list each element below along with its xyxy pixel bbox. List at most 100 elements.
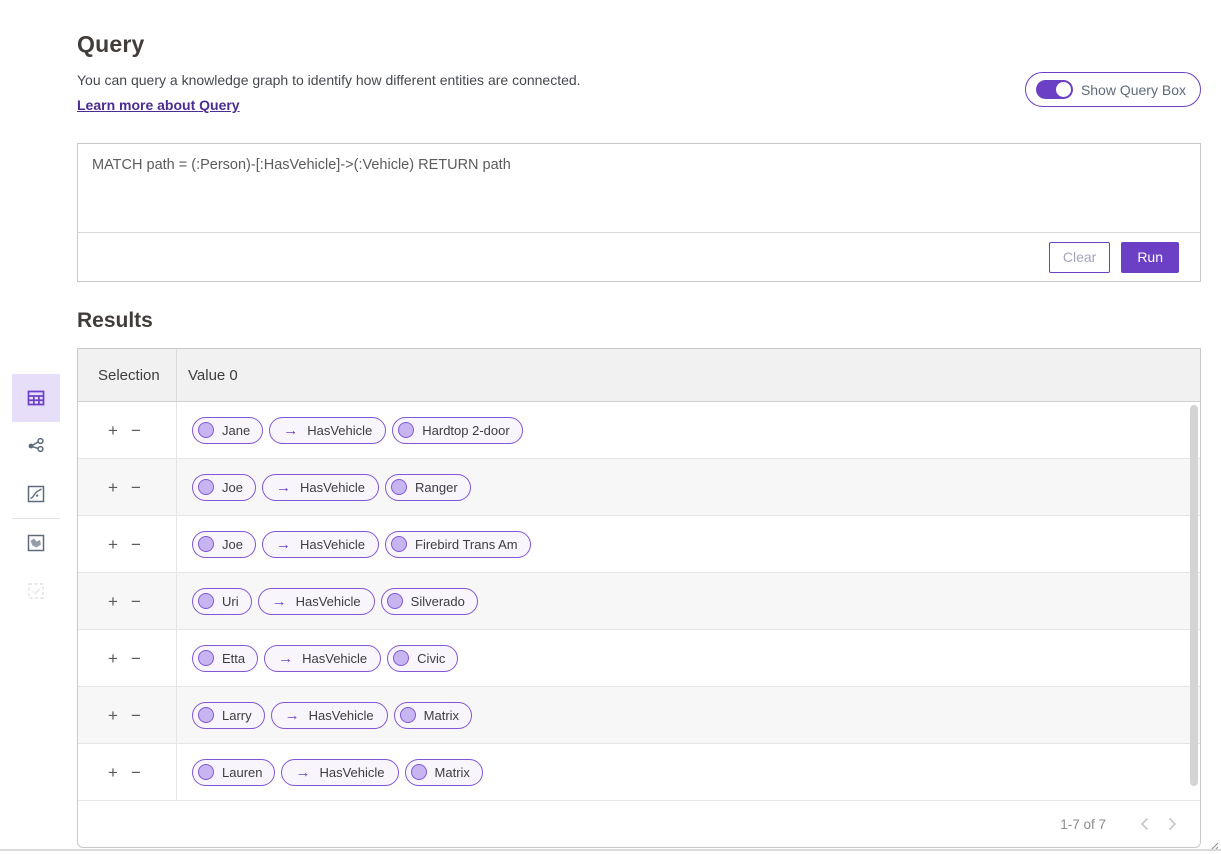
expand-row-button[interactable]: + — [108, 650, 118, 667]
node-circle-icon — [198, 764, 214, 780]
node-circle-icon — [391, 479, 407, 495]
collapse-row-button[interactable]: − — [131, 422, 141, 439]
show-query-box-toggle[interactable]: Show Query Box — [1025, 72, 1201, 107]
table-icon — [24, 386, 48, 410]
pill-label: Firebird Trans Am — [415, 537, 518, 552]
collapse-row-button[interactable]: − — [131, 650, 141, 667]
expand-row-button[interactable]: + — [108, 707, 118, 724]
table-row: + − Larry → HasVehicle Matrix — [78, 687, 1200, 744]
arrow-right-icon: → — [272, 594, 287, 609]
row-selection-cell: + − — [78, 402, 177, 458]
collapse-row-button[interactable]: − — [131, 479, 141, 496]
chart-view-button[interactable] — [12, 470, 60, 518]
chevron-left-icon — [1140, 817, 1149, 831]
pill-label: HasVehicle — [319, 765, 384, 780]
edge-pill[interactable]: → HasVehicle — [269, 417, 386, 444]
chart-icon — [24, 482, 48, 506]
view-switcher-rail — [0, 348, 77, 615]
results-layout: Selection Value 0 + − Jane → HasVehicle Har… — [0, 348, 1221, 848]
arrow-right-icon: → — [283, 423, 298, 438]
node-pill[interactable]: Matrix — [405, 759, 483, 786]
graph-icon — [24, 434, 48, 458]
expand-row-button[interactable]: + — [108, 422, 118, 439]
node-pill[interactable]: Jane — [192, 417, 263, 444]
learn-more-link[interactable]: Learn more about Query — [77, 97, 240, 113]
table-row: + − Jane → HasVehicle Hardtop 2-door — [78, 402, 1200, 459]
collapse-row-button[interactable]: − — [131, 593, 141, 610]
node-pill[interactable]: Ranger — [385, 474, 471, 501]
node-pill[interactable]: Uri — [192, 588, 252, 615]
pill-label: Silverado — [411, 594, 465, 609]
arrow-right-icon: → — [276, 537, 291, 552]
row-selection-cell: + − — [78, 516, 177, 572]
query-actions: Clear Run — [78, 233, 1200, 281]
run-button[interactable]: Run — [1121, 242, 1179, 273]
node-pill[interactable]: Larry — [192, 702, 265, 729]
collapse-row-button[interactable]: − — [131, 764, 141, 781]
map-icon — [24, 531, 48, 555]
node-circle-icon — [198, 593, 214, 609]
arrow-right-icon: → — [285, 708, 300, 723]
results-table: Selection Value 0 + − Jane → HasVehicle Har… — [77, 348, 1201, 848]
node-pill[interactable]: Etta — [192, 645, 258, 672]
node-pill[interactable]: Firebird Trans Am — [385, 531, 531, 558]
node-circle-icon — [198, 650, 214, 666]
map-view-button[interactable] — [12, 519, 60, 567]
table-row: + − Joe →HasVehicle Firebird Trans Am — [78, 516, 1200, 573]
pill-label: Ranger — [415, 480, 458, 495]
pill-label: HasVehicle — [309, 708, 374, 723]
expand-row-button[interactable]: + — [108, 479, 118, 496]
table-view-button[interactable] — [12, 374, 60, 422]
node-pill[interactable]: Joe — [192, 531, 256, 558]
graph-view-button[interactable] — [12, 422, 60, 470]
arrow-right-icon: → — [278, 651, 293, 666]
path-pills: Joe →HasVehicle Firebird Trans Am — [177, 516, 1200, 572]
query-editor-input[interactable]: MATCH path = (:Person)-[:HasVehicle]->(:… — [78, 144, 1200, 233]
expand-row-button[interactable]: + — [108, 536, 118, 553]
row-selection-cell: + − — [78, 573, 177, 629]
row-selection-cell: + − — [78, 630, 177, 686]
edge-pill[interactable]: →HasVehicle — [258, 588, 375, 615]
node-pill[interactable]: Lauren — [192, 759, 275, 786]
results-title: Results — [77, 309, 1221, 333]
path-pills: Joe→HasVehicle Ranger — [177, 459, 1200, 515]
node-circle-icon — [198, 422, 214, 438]
results-body: + − Jane → HasVehicle Hardtop 2-door + − Jo… — [78, 402, 1200, 801]
edge-pill[interactable]: →HasVehicle — [262, 474, 379, 501]
collapse-row-button[interactable]: − — [131, 707, 141, 724]
edge-pill[interactable]: → HasVehicle — [271, 702, 388, 729]
previous-page-button[interactable] — [1130, 810, 1158, 838]
table-row: + − Joe→HasVehicle Ranger — [78, 459, 1200, 516]
node-pill[interactable]: Matrix — [394, 702, 472, 729]
node-pill[interactable]: Joe — [192, 474, 256, 501]
node-pill[interactable]: Silverado — [381, 588, 478, 615]
edge-pill[interactable]: →HasVehicle — [262, 531, 379, 558]
node-circle-icon — [411, 764, 427, 780]
node-pill[interactable]: Hardtop 2-door — [392, 417, 522, 444]
toggle-switch-icon[interactable] — [1036, 80, 1073, 99]
pill-label: Larry — [222, 708, 252, 723]
vertical-scrollbar[interactable] — [1190, 405, 1198, 786]
pill-label: Jane — [222, 423, 250, 438]
pill-label: HasVehicle — [307, 423, 372, 438]
pill-label: Hardtop 2-door — [422, 423, 509, 438]
next-page-button[interactable] — [1158, 810, 1186, 838]
path-pills: Lauren →HasVehicle Matrix — [177, 744, 1200, 800]
pill-label: Joe — [222, 537, 243, 552]
path-pills: Uri→HasVehicle Silverado — [177, 573, 1200, 629]
node-pill[interactable]: Civic — [387, 645, 458, 672]
collapse-row-button[interactable]: − — [131, 536, 141, 553]
column-header-selection: Selection — [78, 349, 177, 401]
column-header-value0: Value 0 — [177, 349, 1200, 401]
node-circle-icon — [387, 593, 403, 609]
query-page: Query You can query a knowledge graph to… — [0, 0, 1221, 854]
pill-label: Lauren — [222, 765, 262, 780]
edge-pill[interactable]: →HasVehicle — [281, 759, 398, 786]
query-header: You can query a knowledge graph to ident… — [77, 72, 1201, 115]
expand-row-button[interactable]: + — [108, 764, 118, 781]
pill-label: Etta — [222, 651, 245, 666]
node-circle-icon — [400, 707, 416, 723]
clear-button[interactable]: Clear — [1049, 242, 1110, 273]
edge-pill[interactable]: →HasVehicle — [264, 645, 381, 672]
expand-row-button[interactable]: + — [108, 593, 118, 610]
